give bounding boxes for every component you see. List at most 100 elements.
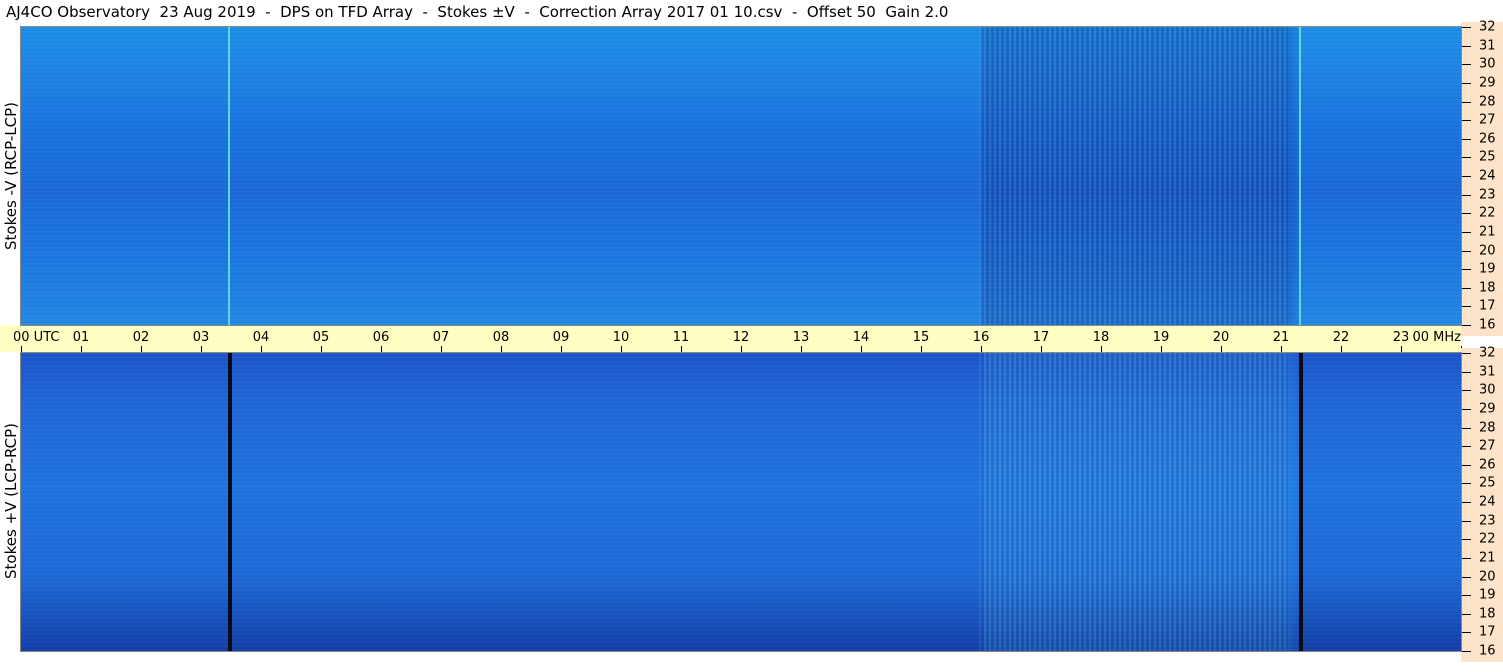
time-tick-mark	[621, 346, 622, 352]
frequency-tick-label: 21	[1479, 550, 1496, 566]
time-tick-label: 19	[1152, 330, 1170, 345]
frequency-tick-mark	[1461, 102, 1471, 103]
frequency-tick-mark	[1461, 288, 1471, 289]
frequency-tick-mark	[1461, 372, 1471, 373]
frequency-tick-label: 18	[1479, 280, 1496, 296]
frequency-tick-mark	[1461, 83, 1471, 84]
frequency-tick-label: 32	[1479, 19, 1496, 35]
time-tick-mark	[321, 346, 322, 352]
time-tick-label: 10	[612, 330, 630, 345]
top-panel-ylabel: Stokes -V (RCP-LCP)	[2, 102, 20, 250]
time-tick-mark	[561, 346, 562, 352]
frequency-tick-label: 28	[1479, 94, 1496, 110]
frequency-tick-mark	[1461, 446, 1471, 447]
time-tick-mark	[801, 346, 802, 352]
frequency-tick-label: 28	[1479, 420, 1496, 436]
time-tick-label: 03	[192, 330, 210, 345]
frequency-tick-label: 21	[1479, 224, 1496, 240]
frequency-tick-mark	[1461, 651, 1471, 652]
frequency-tick-label: 26	[1479, 457, 1496, 473]
frequency-tick-mark	[1461, 269, 1471, 270]
frequency-tick-mark	[1461, 139, 1471, 140]
frequency-tick-mark	[1461, 428, 1471, 429]
frequency-tick-label: 16	[1479, 643, 1496, 659]
time-tick-label: 20	[1212, 330, 1230, 345]
time-tick-label: 00 MHz	[1412, 330, 1462, 345]
time-tick-label: 09	[552, 330, 570, 345]
time-tick-mark	[441, 346, 442, 352]
time-tick-label: 02	[132, 330, 150, 345]
frequency-tick-mark	[1461, 46, 1471, 47]
frequency-tick-mark	[1461, 577, 1471, 578]
time-tick-mark	[1221, 346, 1222, 352]
frequency-tick-mark	[1461, 390, 1471, 391]
time-tick-mark	[1041, 346, 1042, 352]
frequency-tick-mark	[1461, 353, 1471, 354]
time-tick-mark	[381, 346, 382, 352]
frequency-tick-label: 20	[1479, 243, 1496, 259]
frequency-tick-label: 27	[1479, 438, 1496, 454]
frequency-tick-mark	[1461, 27, 1471, 28]
time-tick-mark	[681, 346, 682, 352]
frequency-tick-mark	[1461, 157, 1471, 158]
frequency-tick-label: 19	[1479, 261, 1496, 277]
bottom-panel-ylabel: Stokes +V (LCP-RCP)	[2, 423, 20, 579]
frequency-tick-label: 24	[1479, 494, 1496, 510]
time-tick-mark	[1161, 346, 1162, 352]
frequency-tick-label: 31	[1479, 364, 1496, 380]
time-axis: 00 UTC 01 02 03 04 05 06 07 08 09 10 11 12 13 14 15 16 17…	[0, 325, 1462, 352]
time-tick-mark	[1281, 346, 1282, 352]
time-tick-label: 13	[792, 330, 810, 345]
frequency-tick-label: 29	[1479, 401, 1496, 417]
frequency-tick-label: 29	[1479, 75, 1496, 91]
time-tick-mark	[1341, 346, 1342, 352]
time-tick-mark	[921, 346, 922, 352]
frequency-tick-mark	[1461, 632, 1471, 633]
time-tick-label: 18	[1092, 330, 1110, 345]
interference-vertical-line	[228, 353, 232, 651]
time-tick-label: 04	[252, 330, 270, 345]
spectrogram-top-burst-region	[978, 27, 1289, 325]
spectrogram-bottom-burst-region	[978, 353, 1289, 651]
time-tick-label: 17	[1032, 330, 1050, 345]
frequency-tick-mark	[1461, 176, 1471, 177]
frequency-tick-label: 18	[1479, 606, 1496, 622]
frequency-tick-mark	[1461, 558, 1471, 559]
frequency-tick-label: 31	[1479, 38, 1496, 54]
time-tick-label: 06	[372, 330, 390, 345]
time-tick-mark	[261, 346, 262, 352]
frequency-tick-mark	[1461, 483, 1471, 484]
frequency-axis-top: 16 17 18 19 20 21 22 23 24 25 26 27 28 29 30 31 32	[1461, 19, 1503, 336]
frequency-tick-mark	[1461, 213, 1471, 214]
frequency-tick-label: 23	[1479, 513, 1496, 529]
frequency-tick-label: 22	[1479, 531, 1496, 547]
frequency-tick-mark	[1461, 409, 1471, 410]
frequency-tick-label: 30	[1479, 382, 1496, 398]
time-tick-label: 00 UTC	[13, 330, 60, 345]
frequency-tick-mark	[1461, 64, 1471, 65]
time-tick-label: 07	[432, 330, 450, 345]
frequency-tick-label: 16	[1479, 317, 1496, 333]
time-tick-label: 21	[1272, 330, 1290, 345]
frequency-tick-mark	[1461, 595, 1471, 596]
time-tick-label: 22	[1332, 330, 1350, 345]
frequency-tick-mark	[1461, 306, 1471, 307]
interference-vertical-line	[1299, 353, 1303, 651]
frequency-tick-mark	[1461, 325, 1471, 326]
time-tick-label: 23	[1392, 330, 1410, 345]
frequency-tick-mark	[1461, 232, 1471, 233]
frequency-tick-label: 24	[1479, 168, 1496, 184]
time-tick-label: 11	[672, 330, 690, 345]
time-tick-mark	[861, 346, 862, 352]
time-tick-label: 12	[732, 330, 750, 345]
time-tick-mark	[1101, 346, 1102, 352]
time-tick-mark	[741, 346, 742, 352]
frequency-tick-label: 32	[1479, 345, 1496, 361]
time-tick-label: 14	[852, 330, 870, 345]
time-tick-mark	[81, 346, 82, 352]
time-tick-mark	[501, 346, 502, 352]
frequency-tick-mark	[1461, 521, 1471, 522]
frequency-axis-bottom: 16 17 18 19 20 21 22 23 24 25 26 27 28 29 30 31 32	[1461, 345, 1503, 662]
frequency-tick-mark	[1461, 120, 1471, 121]
frequency-tick-mark	[1461, 465, 1471, 466]
